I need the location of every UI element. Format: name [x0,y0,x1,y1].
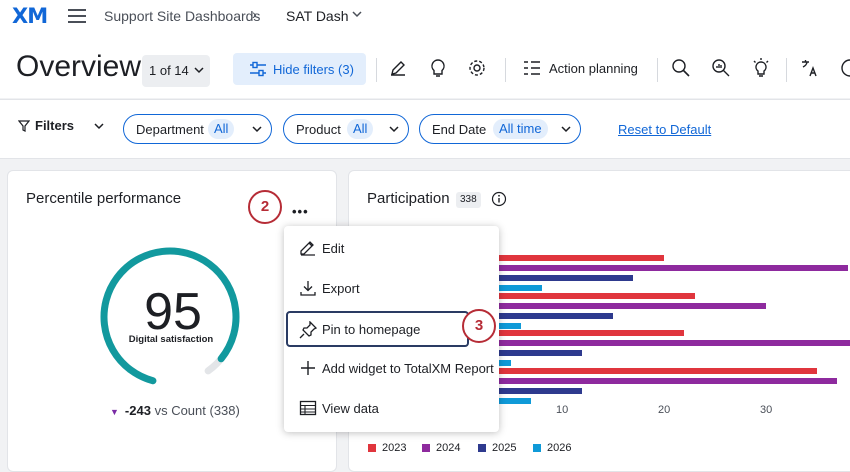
breadcrumb-separator: › [252,6,257,22]
widget-title: Percentile performance [26,190,182,207]
filter-chip-value: All time [493,119,548,139]
pin-icon [299,321,317,339]
legend-label: 2026 [547,442,572,454]
pencil-icon [300,241,315,256]
clock-icon[interactable] [840,58,850,78]
step-callout-2: 2 [248,190,282,224]
edit-icon[interactable] [388,58,408,78]
menu-item-label: View data [322,401,379,416]
comparison-delta: ▼ -243 vs Count (338) [110,403,240,418]
filter-chip-end-date[interactable]: End Date All time [419,114,581,144]
legend-item-2024[interactable]: 2024 [422,442,460,454]
hide-filters-button[interactable]: Hide filters (3) [233,53,366,85]
legend-label: 2023 [382,442,407,454]
action-planning-icon [524,61,540,75]
filters-toggle[interactable]: Filters [17,118,75,133]
bar-2024-3 [460,340,850,346]
chevron-down-icon [194,67,204,74]
page-title: Overview [16,50,142,83]
toolbar-divider [786,58,787,82]
chevron-down-icon[interactable] [352,11,362,18]
funnel-icon [17,120,31,132]
step-callout-3: 3 [462,309,496,343]
filter-chip-value: All [208,119,235,139]
count-badge: 338 [456,192,481,208]
bar-2024-2 [460,303,766,309]
chevron-down-icon [252,126,262,133]
hide-filters-label: Hide filters (3) [273,62,354,77]
down-triangle-icon: ▼ [110,407,119,417]
legend-swatch [422,444,430,452]
text-analysis-icon[interactable] [671,58,691,78]
legend-swatch [368,444,376,452]
toolbar-divider [505,58,506,82]
legend-item-2026[interactable]: 2026 [533,442,571,454]
plus-icon [301,361,315,375]
more-options-icon[interactable]: ••• [292,204,309,219]
chevron-down-icon [561,126,571,133]
lightbulb-icon[interactable] [751,58,771,78]
stats-search-icon[interactable] [711,58,731,78]
legend-item-2025[interactable]: 2025 [478,442,516,454]
legend-label: 2024 [436,442,461,454]
breadcrumb-current[interactable]: SAT Dash [286,8,349,24]
widget-title: Participation [367,190,450,207]
filter-chip-value: All [347,119,374,139]
filter-chip-product[interactable]: Product All [283,114,409,144]
gauge-label: Digital satisfaction [128,334,214,345]
info-icon[interactable] [491,191,507,207]
gear-icon[interactable] [467,58,487,78]
toolbar-divider [657,58,658,82]
menu-icon[interactable] [68,9,86,23]
chevron-down-icon [389,126,399,133]
legend-item-2023[interactable]: 2023 [368,442,406,454]
menu-item-export[interactable]: Export [284,268,499,308]
legend-swatch [533,444,541,452]
menu-item-label: Pin to homepage [322,322,421,337]
x-tick-label: 10 [556,404,569,416]
delta-value: -243 [124,403,151,418]
menu-item-label: Edit [322,241,345,256]
filters-label: Filters [35,118,75,133]
menu-item-label: Export [322,281,360,296]
legend-swatch [478,444,486,452]
menu-item-add-widget[interactable]: Add widget to TotalXM Report [284,348,499,388]
table-icon [299,400,317,416]
x-tick-label: 20 [658,404,671,416]
reset-to-default-link[interactable]: Reset to Default [618,122,711,137]
menu-item-label: Add widget to TotalXM Report [322,361,494,376]
xm-logo[interactable]: XM [12,4,48,28]
delta-text: vs Count (338) [154,403,240,418]
filter-bar: Filters Department All Product All End D… [0,99,850,159]
breadcrumb-parent[interactable]: Support Site Dashboards [104,8,260,24]
x-tick-label: 30 [760,404,773,416]
dashboard-header: Overview 1 of 14 Hide filters (3) Action… [0,36,850,98]
download-icon [300,281,316,296]
menu-item-view-data[interactable]: View data [284,388,499,428]
filter-chip-name: Product [296,122,341,137]
insight-bulb-icon[interactable] [428,58,448,78]
action-planning-label: Action planning [549,61,638,76]
translate-icon[interactable] [800,58,820,78]
legend-label: 2025 [492,442,517,454]
filter-chip-name: Department [136,122,204,137]
bar-2024-4 [460,378,838,384]
bar-2024-1 [460,265,848,271]
page-selector[interactable]: 1 of 14 [142,55,210,87]
bar-2023-4 [460,368,817,374]
chevron-down-icon[interactable] [94,123,104,130]
top-bar: XM Support Site Dashboards › SAT Dash [0,0,850,36]
page-selector-label: 1 of 14 [149,63,189,78]
gauge-score: 95 [144,283,202,341]
filter-chip-department[interactable]: Department All [123,114,272,144]
filter-sliders-icon [250,61,266,77]
toolbar-divider [376,58,377,82]
menu-item-edit[interactable]: Edit [284,228,499,268]
menu-item-pin-to-homepage[interactable]: Pin to homepage [286,311,469,347]
filter-chip-name: End Date [432,122,487,137]
